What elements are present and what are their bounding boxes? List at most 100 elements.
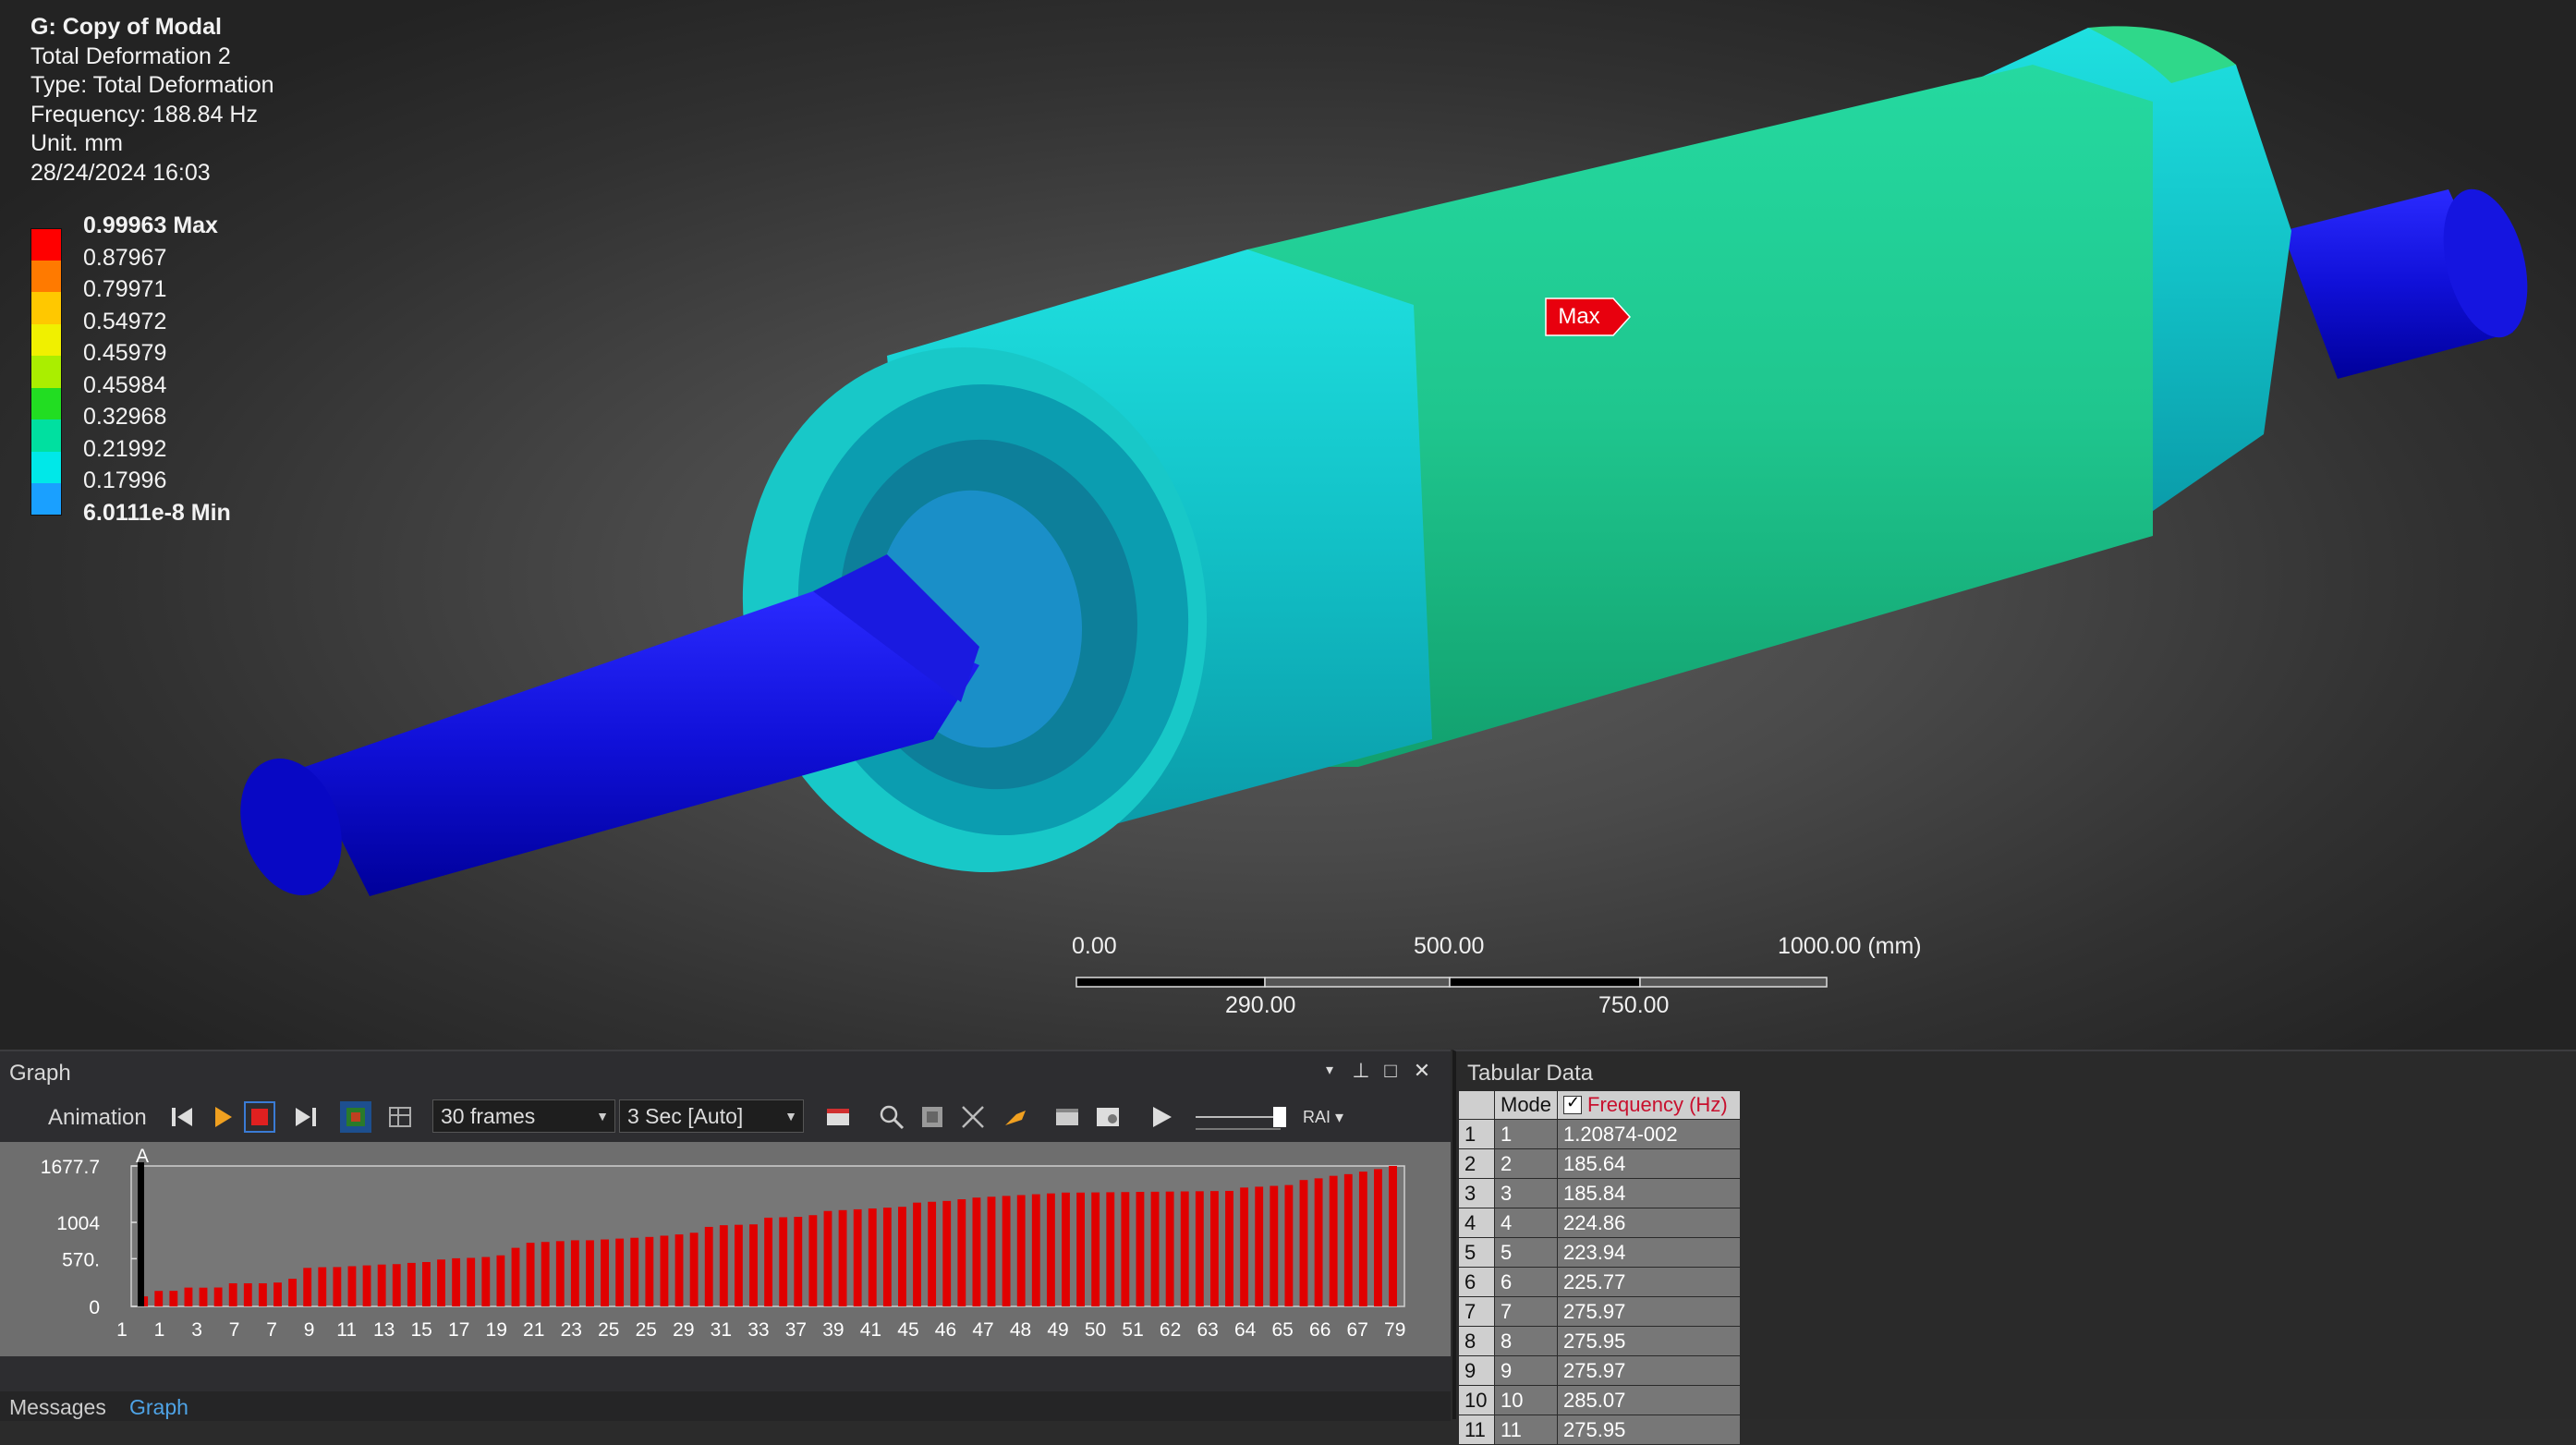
table-row[interactable]: 9 9 275.97 [1458, 1355, 1742, 1386]
chart-bar[interactable] [630, 1237, 639, 1306]
chart-bar[interactable] [704, 1226, 713, 1306]
table-row[interactable]: 5 5 223.94 [1458, 1237, 1742, 1268]
chart-bar[interactable] [555, 1241, 565, 1306]
chart-bar[interactable] [615, 1238, 625, 1306]
table-row[interactable]: 10 10 285.07 [1458, 1385, 1742, 1415]
chart-bar[interactable] [734, 1224, 743, 1306]
chart-bar[interactable] [169, 1291, 178, 1306]
table-row[interactable]: 8 8 275.95 [1458, 1326, 1742, 1356]
chart-bar[interactable] [1016, 1195, 1026, 1306]
chart-bar[interactable] [1284, 1184, 1294, 1306]
skip-end-icon[interactable] [290, 1101, 322, 1133]
chart-bar[interactable] [1165, 1191, 1174, 1306]
frames-dropdown[interactable]: 30 frames ▼ [432, 1099, 615, 1133]
chart-bar[interactable] [392, 1264, 401, 1306]
chart-bar[interactable] [570, 1240, 579, 1306]
chart-bar[interactable] [1091, 1192, 1100, 1306]
table-row[interactable]: 7 7 275.97 [1458, 1296, 1742, 1327]
chart-bar[interactable] [898, 1207, 906, 1306]
pin-icon[interactable]: ⊥ [1349, 1059, 1373, 1083]
chart-bar[interactable] [154, 1291, 164, 1306]
chart-bar[interactable] [347, 1266, 357, 1306]
chart-bar[interactable] [1270, 1185, 1279, 1306]
chart-bar[interactable] [213, 1287, 223, 1306]
chart-bar[interactable] [511, 1247, 520, 1306]
chart-bar[interactable] [1389, 1166, 1397, 1306]
chart-bar[interactable] [808, 1215, 818, 1306]
maximize-icon[interactable]: □ [1379, 1059, 1403, 1083]
chart-bar[interactable] [689, 1232, 699, 1306]
chart-bar[interactable] [1299, 1180, 1308, 1306]
tabular-data-table[interactable]: Mode Frequency (Hz) 111.20874-00222185.6… [1458, 1090, 1742, 1445]
chart-bar[interactable] [273, 1282, 282, 1306]
chart-bar[interactable] [719, 1225, 728, 1306]
chart-bar[interactable] [913, 1202, 921, 1306]
tab-messages[interactable]: Messages [9, 1395, 106, 1420]
result-sets-icon[interactable] [384, 1101, 416, 1133]
chart-bar[interactable] [1136, 1192, 1145, 1306]
chart-bar[interactable] [794, 1217, 803, 1306]
close-icon[interactable]: ✕ [1410, 1059, 1434, 1083]
chart-bar[interactable] [942, 1200, 952, 1306]
chart-bar[interactable] [481, 1257, 491, 1306]
chart-bar[interactable] [1374, 1169, 1382, 1306]
cursor-icon[interactable] [957, 1101, 989, 1133]
chart-bar[interactable] [243, 1282, 252, 1306]
export-icon[interactable] [822, 1101, 854, 1133]
chart-bar[interactable] [1002, 1196, 1011, 1306]
chart-bar[interactable] [318, 1267, 327, 1306]
chart-bar[interactable] [645, 1236, 654, 1306]
chart-bar[interactable] [303, 1268, 312, 1306]
chart-bar[interactable] [437, 1259, 445, 1306]
play-icon[interactable] [207, 1101, 238, 1133]
chart-bar[interactable] [882, 1208, 892, 1306]
chart-bar[interactable] [1062, 1192, 1070, 1306]
zoom-fit-icon[interactable] [917, 1101, 948, 1133]
chart-bar[interactable] [377, 1264, 386, 1306]
chart-bar[interactable] [928, 1201, 937, 1306]
chart-bar[interactable] [674, 1234, 684, 1306]
chart-bar[interactable] [957, 1199, 966, 1306]
chart-bar[interactable] [764, 1217, 773, 1306]
chart-bar[interactable] [1240, 1187, 1249, 1306]
chart-bar[interactable] [1046, 1193, 1055, 1306]
chart-bar[interactable] [422, 1261, 431, 1306]
chart-bar[interactable] [496, 1255, 505, 1306]
chart-bar[interactable] [467, 1257, 476, 1306]
stop-icon[interactable] [244, 1101, 275, 1133]
duration-dropdown[interactable]: 3 Sec [Auto] ▼ [619, 1099, 804, 1133]
bar-chart-svg[interactable]: 0570.10041677.7A1 1 3 7 7 9 11 13 15 17 19 21 23 25 25… [0, 1142, 1451, 1356]
chart-bar[interactable] [1076, 1192, 1085, 1306]
chart-bar[interactable] [1314, 1178, 1323, 1306]
chart-bar[interactable] [1106, 1192, 1115, 1306]
chart-bar[interactable] [228, 1282, 237, 1306]
chart-bar[interactable] [853, 1208, 862, 1306]
graphics-viewport[interactable]: G: Copy of Modal Total Deformation 2 Typ… [0, 0, 2576, 1050]
animation-chart[interactable]: 0 570. 1004 1677.7 A 1 1 3 7 7 9 11 13 15 17 19 21 23 25 25… [0, 1142, 1451, 1356]
chart-bar[interactable] [1358, 1172, 1367, 1306]
chart-bar[interactable] [541, 1242, 550, 1306]
chart-bar[interactable] [586, 1240, 594, 1306]
chart-bar[interactable] [1255, 1186, 1264, 1306]
chart-bar[interactable] [526, 1243, 535, 1306]
chart-bar[interactable] [660, 1235, 669, 1306]
checkbox-icon[interactable] [1563, 1093, 1583, 1114]
table-row[interactable]: 2 2 185.64 [1458, 1148, 1742, 1179]
table-row[interactable]: 11 11 275.95 [1458, 1415, 1742, 1445]
window-icon[interactable] [1051, 1101, 1083, 1133]
chart-bar[interactable] [1031, 1194, 1040, 1306]
chart-bar[interactable] [1209, 1191, 1219, 1306]
chart-bar[interactable] [1150, 1191, 1160, 1306]
chart-bar[interactable] [1180, 1191, 1189, 1306]
chart-bar[interactable] [1121, 1192, 1130, 1306]
chart-bar[interactable] [749, 1224, 758, 1306]
chart-bar[interactable] [258, 1282, 267, 1306]
chart-bar[interactable] [333, 1267, 342, 1306]
image-icon[interactable] [1092, 1101, 1124, 1133]
chart-bar[interactable] [452, 1257, 461, 1306]
roller-model[interactable] [0, 0, 2576, 1050]
table-row[interactable]: 1 1 1.20874-002 [1458, 1119, 1742, 1149]
chart-bar[interactable] [407, 1262, 416, 1306]
chart-bar[interactable] [823, 1210, 832, 1306]
chart-bar[interactable] [1329, 1175, 1338, 1306]
